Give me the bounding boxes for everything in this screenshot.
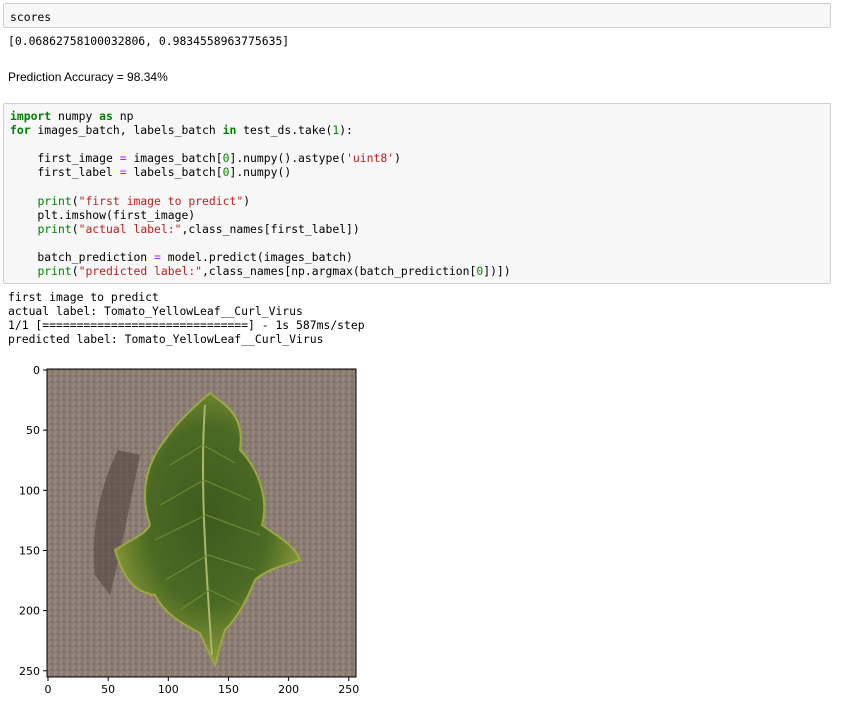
code-token: import (10, 109, 52, 123)
x-tick-label: 0 (45, 683, 52, 696)
code-token: "predicted label:" (78, 264, 203, 279)
code-token: np (112, 109, 134, 123)
code-token: in (222, 123, 237, 138)
code-line: print("actual label:",class_names[first_… (10, 222, 824, 236)
code-token: plt.imshow(first_image) (10, 207, 196, 222)
code-token: ].numpy() (229, 165, 292, 180)
code-token: ,class_names[first_label]) (181, 221, 360, 236)
code-token: ( (71, 264, 79, 279)
y-tick-label: 150 (19, 544, 40, 557)
code-token: = (119, 165, 127, 180)
code-token: = (119, 151, 127, 166)
code-line: scores (10, 10, 52, 24)
code-token: 'uint8' (346, 151, 395, 166)
code-token: first_image (10, 151, 120, 166)
output-line: predicted label: Tomato_YellowLeaf__Curl… (8, 332, 324, 346)
code-cell-scores[interactable]: scores (3, 3, 831, 28)
code-token: "first image to predict" (78, 193, 244, 208)
code-line: import numpy as np (10, 109, 824, 123)
y-tick-label: 100 (19, 484, 40, 497)
output-line: actual label: Tomato_YellowLeaf__Curl_Vi… (8, 304, 303, 318)
scores-output: [0.06862758100032806, 0.9834558963775635… (8, 34, 290, 48)
code-line: first_label = labels_batch[0].numpy() (10, 165, 824, 179)
plot-svg: 0 50 100 150 200 250 0 50 100 150 200 250 (19, 364, 359, 696)
code-token: ): (339, 123, 353, 138)
code-token: print (37, 193, 72, 208)
code-token: ])]) (483, 264, 511, 279)
code-token: ].numpy().astype( (229, 151, 347, 166)
code-token: ( (71, 193, 79, 208)
y-tick-label: 0 (33, 364, 40, 377)
code-token: labels_batch[ (126, 165, 223, 180)
code-token: "actual label:" (78, 221, 182, 236)
output-line: 1/1 [==============================] - 1… (8, 318, 365, 332)
code-line: print("predicted label:",class_names[np.… (10, 264, 824, 278)
code-token: model.predict(images_batch) (160, 249, 353, 264)
y-tick-label: 250 (19, 665, 40, 678)
code-line: first_image = images_batch[0].numpy().as… (10, 151, 824, 165)
code-token: test_ds.take( (236, 123, 333, 138)
code-token: ,class_names[np.argmax(batch_prediction[ (202, 264, 477, 279)
code-line: batch_prediction = model.predict(images_… (10, 250, 824, 264)
x-tick-label: 250 (338, 683, 359, 696)
code-token: images_batch[ (126, 151, 223, 166)
imshow-plot: 0 50 100 150 200 250 0 50 100 150 200 250 (0, 355, 380, 717)
x-tick-label: 200 (278, 683, 299, 696)
code-token: as (99, 109, 113, 123)
prediction-accuracy-text: Prediction Accuracy = 98.34% (8, 70, 168, 84)
code-token: images_batch, labels_batch (30, 123, 223, 138)
code-token: ) (243, 193, 251, 208)
y-tick-label: 50 (26, 424, 40, 437)
output-line: first image to predict (8, 290, 159, 304)
x-tick-label: 150 (218, 683, 239, 696)
code-token: ) (394, 151, 401, 166)
x-axis: 0 50 100 150 200 250 (45, 677, 359, 696)
x-tick-label: 100 (158, 683, 179, 696)
code-token: first_label (10, 165, 120, 180)
code-line: print("first image to predict") (10, 194, 824, 208)
x-tick-label: 50 (101, 683, 115, 696)
code-token: batch_prediction (10, 249, 155, 264)
code-token: numpy (51, 109, 100, 123)
code-token: = (154, 249, 161, 264)
code-token: for (10, 123, 31, 138)
leaf-image (46, 368, 357, 678)
code-cell-predict[interactable]: import numpy as np for images_batch, labe… (3, 103, 831, 284)
code-token: ( (71, 221, 79, 236)
code-token: print (37, 264, 72, 279)
y-axis: 0 50 100 150 200 250 (19, 364, 47, 678)
code-line: for images_batch, labels_batch in test_d… (10, 123, 824, 137)
y-tick-label: 200 (19, 605, 40, 618)
code-line: plt.imshow(first_image) (10, 208, 824, 222)
code-token: print (37, 221, 72, 236)
